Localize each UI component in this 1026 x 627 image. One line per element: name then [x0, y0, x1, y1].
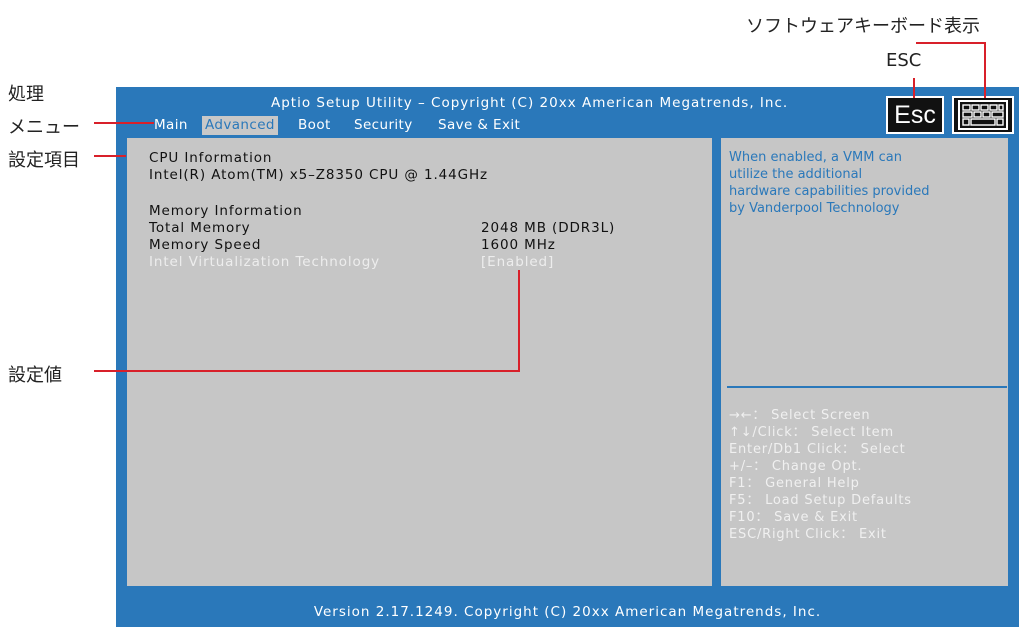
help-panel: When enabled, a VMM can utilize the addi… — [718, 135, 1011, 589]
virtualization-label[interactable]: Intel Virtualization Technology — [149, 254, 380, 270]
menu-annotation-line — [94, 122, 154, 124]
help-text-line: utilize the additional — [729, 167, 863, 182]
item-annotation: 設定項目 — [8, 150, 80, 171]
tab-main[interactable]: Main — [151, 116, 191, 135]
virtualization-value[interactable]: [Enabled] — [481, 254, 554, 270]
value-annotation-line-v — [518, 270, 520, 372]
tab-advanced[interactable]: Advanced — [202, 116, 278, 135]
help-text-line: hardware capabilities provided — [729, 184, 930, 199]
tab-boot[interactable]: Boot — [295, 116, 334, 135]
memory-speed-label: Memory Speed — [149, 237, 262, 253]
esc-annotation-line — [913, 78, 915, 98]
help-text-line: by Vanderpool Technology — [729, 201, 900, 216]
total-memory-label: Total Memory — [149, 220, 251, 236]
memory-info-header: Memory Information — [149, 203, 303, 219]
help-divider — [727, 386, 1007, 388]
keyboard-annotation-line-h — [916, 42, 986, 44]
bios-footer: Version 2.17.1249. Copyright (C) 20xx Am… — [313, 604, 822, 620]
total-memory-value: 2048 MB (DDR3L) — [481, 220, 616, 236]
menu-bar: Main Advanced Boot Security Save & Exit — [116, 114, 1019, 136]
keyboard-icon — [958, 100, 1008, 130]
bios-setup-window: Aptio Setup Utility – Copyright (C) 20xx… — [116, 87, 1019, 627]
menu-annotation-line2: メニュー — [8, 117, 80, 138]
keyboard-annotation-line-v — [984, 42, 986, 98]
value-annotation-line-h — [94, 370, 520, 372]
tab-save-exit[interactable]: Save & Exit — [435, 116, 523, 135]
key-help-line: ESC/Right Click： Exit — [729, 527, 887, 542]
cpu-model: Intel(R) Atom(TM) x5–Z8350 CPU @ 1.44GHz — [149, 167, 489, 183]
keyboard-annotation: ソフトウェアキーボード表示 — [746, 16, 980, 37]
memory-speed-value: 1600 MHz — [481, 237, 556, 253]
bios-title: Aptio Setup Utility – Copyright (C) 20xx… — [271, 95, 789, 111]
menu-annotation-line1: 処理 — [8, 84, 44, 105]
cpu-info-header: CPU Information — [149, 150, 273, 166]
settings-panel: CPU Information Intel(R) Atom(TM) x5–Z83… — [124, 135, 715, 589]
value-annotation: 設定値 — [8, 365, 62, 386]
help-text-line: When enabled, a VMM can — [729, 150, 902, 165]
software-keyboard-button[interactable] — [952, 96, 1014, 134]
esc-button[interactable]: Esc — [886, 96, 944, 134]
esc-annotation: ESC — [886, 50, 922, 71]
item-annotation-line — [94, 155, 126, 157]
tab-security[interactable]: Security — [351, 116, 416, 135]
